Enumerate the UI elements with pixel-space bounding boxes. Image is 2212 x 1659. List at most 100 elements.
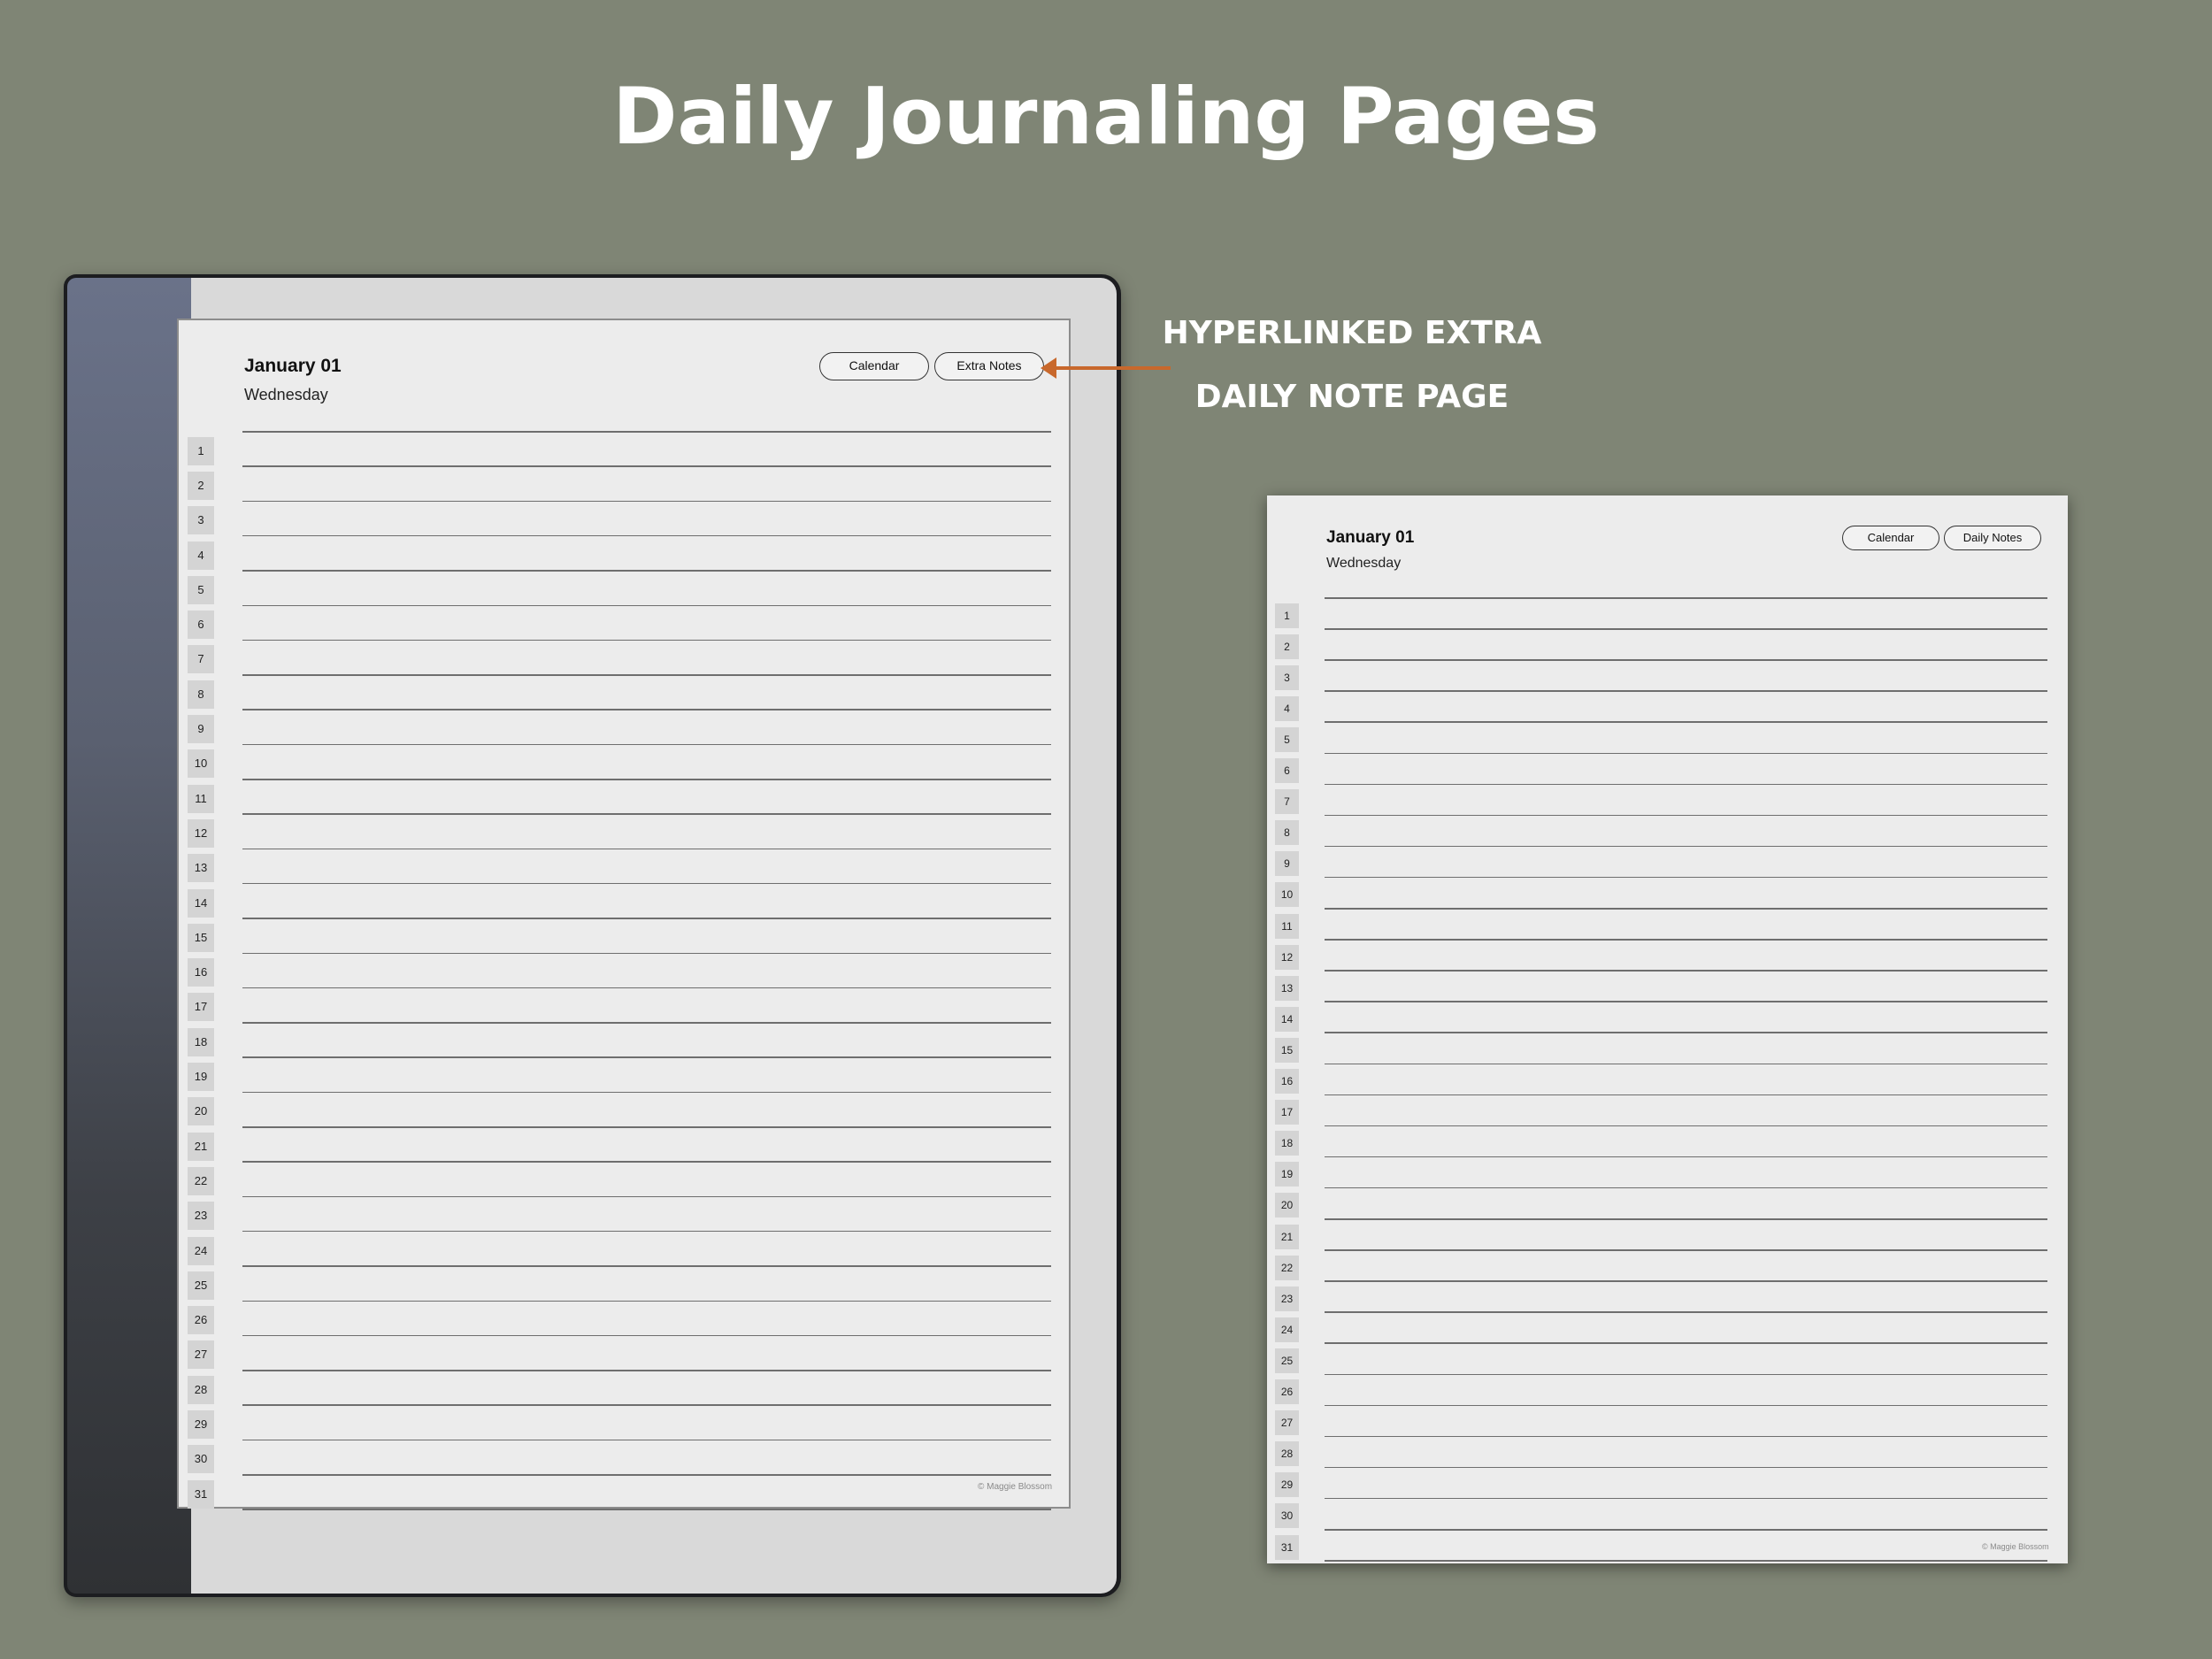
extra-writing-line[interactable]	[1325, 1280, 2047, 1282]
extra-writing-line[interactable]	[1325, 970, 2047, 972]
extra-line-number: 23	[1275, 1286, 1299, 1311]
device-writing-line[interactable]	[242, 918, 1051, 919]
device-writing-line[interactable]	[242, 639, 1051, 641]
device-line-number: 14	[188, 888, 214, 918]
extra-line-number: 7	[1275, 789, 1299, 815]
device-line-number: 29	[188, 1410, 214, 1440]
device-writing-line[interactable]	[242, 1230, 1051, 1233]
extra-writing-line[interactable]	[1325, 1497, 2047, 1500]
device-writing-line[interactable]	[242, 604, 1051, 606]
extra-writing-line[interactable]	[1325, 628, 2047, 630]
extra-line-number: 5	[1275, 726, 1299, 752]
device-line-number: 21	[188, 1132, 214, 1161]
annotation-arrow-line	[1051, 366, 1171, 370]
device-writing-line[interactable]	[242, 1195, 1051, 1198]
extra-writing-line[interactable]	[1325, 690, 2047, 692]
device-line-number: 2	[188, 471, 214, 500]
extra-writing-line[interactable]	[1325, 1249, 2047, 1251]
device-writing-line[interactable]	[242, 1022, 1051, 1024]
device-line-number: 22	[188, 1166, 214, 1195]
extra-line-number: 15	[1275, 1037, 1299, 1063]
extra-line-number: 2	[1275, 634, 1299, 659]
device-writing-line[interactable]	[242, 882, 1051, 885]
device-writing-line[interactable]	[242, 1509, 1051, 1510]
device-writing-line[interactable]	[242, 570, 1051, 572]
extra-line-number: 19	[1275, 1162, 1299, 1187]
extra-line-number: 1	[1275, 603, 1299, 628]
extra-writing-line[interactable]	[1325, 1125, 2047, 1127]
annotation-line-2: DAILY NOTE PAGE	[1194, 379, 1509, 415]
extra-writing-line[interactable]	[1325, 659, 2047, 661]
extra-writing-line[interactable]	[1325, 1466, 2047, 1469]
device-writing-line[interactable]	[242, 848, 1051, 850]
device-line-number: 15	[188, 923, 214, 952]
device-writing-line[interactable]	[242, 952, 1051, 954]
device-writing-line[interactable]	[242, 779, 1051, 780]
extra-writing-line[interactable]	[1325, 939, 2047, 941]
extra-writing-line[interactable]	[1325, 1342, 2047, 1344]
device-writing-line[interactable]	[242, 674, 1051, 676]
extra-writing-line[interactable]	[1325, 876, 2047, 879]
extra-writing-line[interactable]	[1325, 845, 2047, 848]
extra-line-number: 11	[1275, 913, 1299, 939]
device-writing-line[interactable]	[242, 1056, 1051, 1058]
extra-line-number: 17	[1275, 1100, 1299, 1125]
calendar-button[interactable]: Calendar	[819, 352, 929, 380]
extra-writing-line[interactable]	[1325, 752, 2047, 754]
device-writing-line[interactable]	[242, 1161, 1051, 1163]
device-writing-line[interactable]	[242, 709, 1051, 710]
device-line-number: 26	[188, 1306, 214, 1335]
device-writing-line[interactable]	[242, 987, 1051, 989]
extra-writing-line[interactable]	[1325, 721, 2047, 723]
device-line-number: 3	[188, 506, 214, 535]
extra-writing-line[interactable]	[1325, 1529, 2047, 1531]
extra-writing-line[interactable]	[1325, 814, 2047, 817]
extra-writing-line[interactable]	[1325, 1094, 2047, 1096]
device-line-number: 4	[188, 541, 214, 570]
device-writing-line[interactable]	[242, 743, 1051, 746]
device-writing-line[interactable]	[242, 1265, 1051, 1267]
device-writing-line[interactable]	[242, 1404, 1051, 1406]
extra-writing-line[interactable]	[1325, 1156, 2047, 1158]
device-writing-line[interactable]	[242, 1439, 1051, 1441]
device-line-number: 12	[188, 818, 214, 848]
daily-notes-button[interactable]: Daily Notes	[1944, 526, 2041, 550]
extra-writing-line[interactable]	[1325, 1373, 2047, 1375]
device-writing-line[interactable]	[242, 1300, 1051, 1302]
extra-writing-line[interactable]	[1325, 1560, 2047, 1562]
device-writing-line[interactable]	[242, 1334, 1051, 1337]
extra-line-number: 12	[1275, 944, 1299, 970]
extra-notes-button[interactable]: Extra Notes	[934, 352, 1044, 380]
extra-notes-page: January 01 Wednesday Calendar Daily Note…	[1267, 495, 2068, 1563]
extra-line-number: 28	[1275, 1441, 1299, 1467]
extra-line-number: 16	[1275, 1069, 1299, 1094]
device-writing-line[interactable]	[242, 1474, 1051, 1476]
extra-writing-line[interactable]	[1325, 1311, 2047, 1313]
extra-writing-line[interactable]	[1325, 1063, 2047, 1064]
extra-writing-line[interactable]	[1325, 1032, 2047, 1033]
device-writing-line[interactable]	[242, 1370, 1051, 1371]
extra-writing-line[interactable]	[1325, 1001, 2047, 1002]
device-writing-line[interactable]	[242, 1126, 1051, 1128]
extra-writing-line[interactable]	[1325, 1218, 2047, 1220]
device-line-number: 25	[188, 1271, 214, 1300]
extra-calendar-button[interactable]: Calendar	[1842, 526, 1939, 550]
device-writing-line[interactable]	[242, 465, 1051, 467]
extra-writing-line[interactable]	[1325, 783, 2047, 786]
extra-writing-line[interactable]	[1325, 1435, 2047, 1438]
device-line-number: 13	[188, 854, 214, 883]
device-writing-line[interactable]	[242, 1091, 1051, 1094]
device-writing-line[interactable]	[242, 534, 1051, 537]
device-writing-line[interactable]	[242, 813, 1051, 815]
device-line-number: 10	[188, 749, 214, 779]
extra-writing-line[interactable]	[1325, 1187, 2047, 1189]
extra-line-number: 27	[1275, 1410, 1299, 1436]
extra-writing-line[interactable]	[1325, 1404, 2047, 1407]
device-line-number: 1	[188, 436, 214, 465]
device-writing-line[interactable]	[242, 500, 1051, 503]
device-line-number: 31	[188, 1479, 214, 1509]
page-title: Daily Journaling Pages	[612, 71, 1600, 162]
extra-writing-line[interactable]	[1325, 908, 2047, 910]
device-journal-page: January 01 Wednesday Calendar Extra Note…	[177, 319, 1071, 1510]
extra-line-number: 21	[1275, 1224, 1299, 1249]
